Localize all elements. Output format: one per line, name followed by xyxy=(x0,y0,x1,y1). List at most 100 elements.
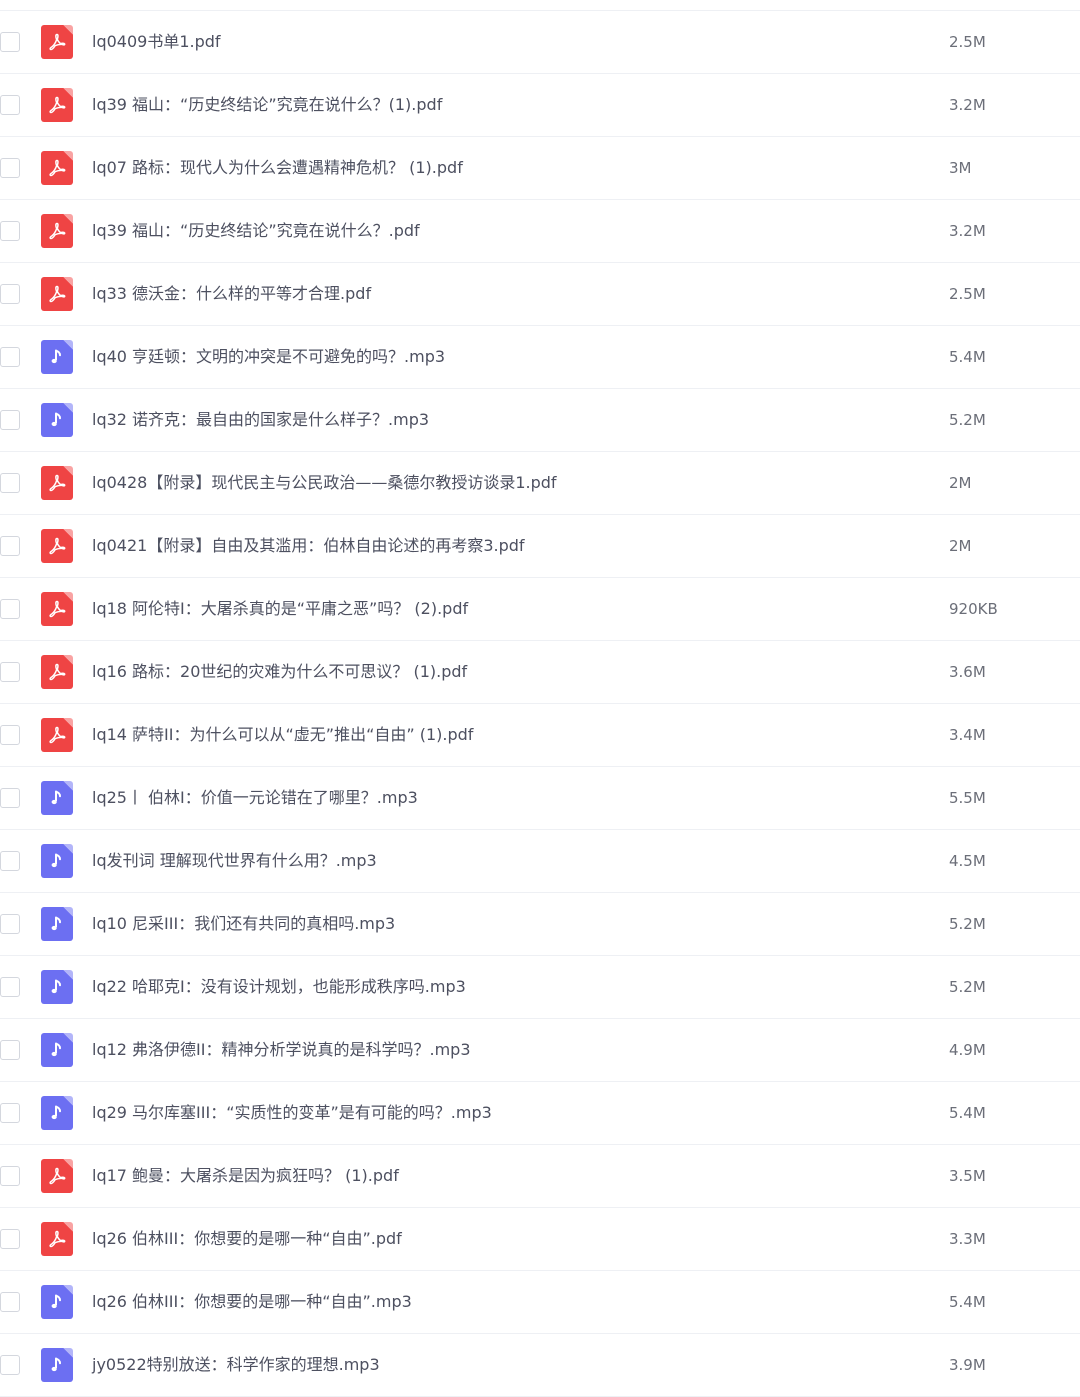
row-checkbox[interactable] xyxy=(0,221,20,241)
pdf-icon xyxy=(41,655,73,689)
file-row[interactable]: lq26 伯林III：你想要的是哪一种“自由”.pdf 3.3M xyxy=(0,1208,1080,1271)
pdf-icon xyxy=(41,25,73,59)
file-row[interactable]: lq12 弗洛伊德II：精神分析学说真的是科学吗？.mp3 4.9M xyxy=(0,1019,1080,1082)
file-name[interactable]: lq0428【附录】现代民主与公民政治——桑德尔教授访谈录1.pdf xyxy=(92,472,557,494)
file-row[interactable]: lq17 鲍曼：大屠杀是因为疯狂吗？ (1).pdf 3.5M xyxy=(0,1145,1080,1208)
file-name[interactable]: lq26 伯林III：你想要的是哪一种“自由”.mp3 xyxy=(92,1291,412,1313)
row-checkbox[interactable] xyxy=(0,1166,20,1186)
row-checkbox[interactable] xyxy=(0,1292,20,1312)
audio-icon xyxy=(41,970,73,1004)
file-name[interactable]: lq22 哈耶克I：没有设计规划，也能形成秩序吗.mp3 xyxy=(92,976,466,998)
row-checkbox[interactable] xyxy=(0,599,20,619)
file-row[interactable]: lq14 萨特II：为什么可以从“虚无”推出“自由” (1).pdf 3.4M xyxy=(0,704,1080,767)
file-name[interactable]: lq40 亨廷顿：文明的冲突是不可避免的吗？.mp3 xyxy=(92,346,445,368)
pdf-icon xyxy=(41,151,73,185)
file-name[interactable]: lq12 弗洛伊德II：精神分析学说真的是科学吗？.mp3 xyxy=(92,1039,471,1061)
row-checkbox[interactable] xyxy=(0,1103,20,1123)
file-row[interactable]: lq39 福山：“历史终结论”究竟在说什么？(1).pdf 3.2M xyxy=(0,74,1080,137)
audio-icon xyxy=(41,1096,73,1130)
file-name[interactable]: lq18 阿伦特I：大屠杀真的是“平庸之恶”吗？ (2).pdf xyxy=(92,598,468,620)
file-row[interactable]: lq26 伯林III：你想要的是哪一种“自由”.mp3 5.4M xyxy=(0,1271,1080,1334)
file-name[interactable]: lq25丨 伯林I：价值一元论错在了哪里？.mp3 xyxy=(92,787,418,809)
file-name[interactable]: lq10 尼采III：我们还有共同的真相吗.mp3 xyxy=(92,913,395,935)
file-row[interactable]: lq33 德沃金：什么样的平等才合理.pdf 2.5M xyxy=(0,263,1080,326)
file-name[interactable]: lq0409书单1.pdf xyxy=(92,31,221,53)
row-checkbox[interactable] xyxy=(0,158,20,178)
row-checkbox[interactable] xyxy=(0,788,20,808)
row-checkbox[interactable] xyxy=(0,536,20,556)
audio-icon xyxy=(41,1348,73,1382)
pdf-icon xyxy=(41,718,73,752)
file-name[interactable]: lq26 伯林III：你想要的是哪一种“自由”.pdf xyxy=(92,1228,402,1250)
file-row[interactable]: lq32 诺齐克：最自由的国家是什么样子？.mp3 5.2M xyxy=(0,389,1080,452)
file-size: 5.2M xyxy=(949,978,986,996)
row-checkbox[interactable] xyxy=(0,1040,20,1060)
file-name[interactable]: lq0421【附录】自由及其滥用：伯林自由论述的再考察3.pdf xyxy=(92,535,525,557)
file-row[interactable]: lq40 亨廷顿：文明的冲突是不可避免的吗？.mp3 5.4M xyxy=(0,326,1080,389)
file-size: 3M xyxy=(949,159,972,177)
file-row[interactable]: lq0421【附录】自由及其滥用：伯林自由论述的再考察3.pdf 2M xyxy=(0,515,1080,578)
file-row[interactable]: lq25丨 伯林I：价值一元论错在了哪里？.mp3 5.5M xyxy=(0,767,1080,830)
file-row[interactable]: lq16 路标：20世纪的灾难为什么不可思议？ (1).pdf 3.6M xyxy=(0,641,1080,704)
file-size: 3.9M xyxy=(949,1356,986,1374)
file-size: 5.4M xyxy=(949,1293,986,1311)
file-name[interactable]: jy0522特别放送：科学作家的理想.mp3 xyxy=(92,1354,380,1376)
pdf-icon xyxy=(41,466,73,500)
file-row[interactable]: lq22 哈耶克I：没有设计规划，也能形成秩序吗.mp3 5.2M xyxy=(0,956,1080,1019)
file-size: 2.5M xyxy=(949,285,986,303)
file-size: 2.5M xyxy=(949,33,986,51)
row-checkbox[interactable] xyxy=(0,914,20,934)
pdf-icon xyxy=(41,529,73,563)
row-checkbox[interactable] xyxy=(0,284,20,304)
file-row[interactable]: lq07 路标：现代人为什么会遭遇精神危机？ (1).pdf 3M xyxy=(0,137,1080,200)
file-size: 5.4M xyxy=(949,348,986,366)
row-checkbox[interactable] xyxy=(0,662,20,682)
file-size: 5.4M xyxy=(949,1104,986,1122)
file-name[interactable]: lq16 路标：20世纪的灾难为什么不可思议？ (1).pdf xyxy=(92,661,467,683)
row-checkbox[interactable] xyxy=(0,725,20,745)
row-checkbox[interactable] xyxy=(0,32,20,52)
pdf-icon xyxy=(41,1159,73,1193)
file-row[interactable]: lq10 尼采III：我们还有共同的真相吗.mp3 5.2M xyxy=(0,893,1080,956)
audio-icon xyxy=(41,844,73,878)
file-row[interactable]: lq29 马尔库塞III：“实质性的变革”是有可能的吗？.mp3 5.4M xyxy=(0,1082,1080,1145)
file-size: 5.2M xyxy=(949,915,986,933)
pdf-icon xyxy=(41,214,73,248)
audio-icon xyxy=(41,340,73,374)
file-size: 4.5M xyxy=(949,852,986,870)
row-checkbox[interactable] xyxy=(0,95,20,115)
file-size: 3.2M xyxy=(949,96,986,114)
file-name[interactable]: lq39 福山：“历史终结论”究竟在说什么？(1).pdf xyxy=(92,94,442,116)
file-name[interactable]: lq17 鲍曼：大屠杀是因为疯狂吗？ (1).pdf xyxy=(92,1165,399,1187)
row-checkbox[interactable] xyxy=(0,977,20,997)
audio-icon xyxy=(41,1285,73,1319)
file-row[interactable]: lq39 福山：“历史终结论”究竟在说什么？.pdf 3.2M xyxy=(0,200,1080,263)
file-size: 2M xyxy=(949,537,972,555)
row-checkbox[interactable] xyxy=(0,410,20,430)
file-row[interactable]: jy0522特别放送：科学作家的理想.mp3 3.9M xyxy=(0,1334,1080,1397)
row-checkbox[interactable] xyxy=(0,1355,20,1375)
file-name[interactable]: lq32 诺齐克：最自由的国家是什么样子？.mp3 xyxy=(92,409,429,431)
file-name[interactable]: lq14 萨特II：为什么可以从“虚无”推出“自由” (1).pdf xyxy=(92,724,473,746)
file-size: 3.5M xyxy=(949,1167,986,1185)
row-checkbox[interactable] xyxy=(0,347,20,367)
row-checkbox[interactable] xyxy=(0,851,20,871)
file-row[interactable]: lq0409书单1.pdf 2.5M xyxy=(0,11,1080,74)
pdf-icon xyxy=(41,592,73,626)
file-name[interactable]: lq29 马尔库塞III：“实质性的变革”是有可能的吗？.mp3 xyxy=(92,1102,492,1124)
file-row[interactable]: lq18 阿伦特I：大屠杀真的是“平庸之恶”吗？ (2).pdf 920KB xyxy=(0,578,1080,641)
audio-icon xyxy=(41,403,73,437)
file-name[interactable]: lq33 德沃金：什么样的平等才合理.pdf xyxy=(92,283,371,305)
pdf-icon xyxy=(41,277,73,311)
file-size: 3.3M xyxy=(949,1230,986,1248)
file-size: 3.2M xyxy=(949,222,986,240)
file-size: 5.5M xyxy=(949,789,986,807)
file-row[interactable]: lq发刊词 理解现代世界有什么用？.mp3 4.5M xyxy=(0,830,1080,893)
file-name[interactable]: lq39 福山：“历史终结论”究竟在说什么？.pdf xyxy=(92,220,420,242)
audio-icon xyxy=(41,1033,73,1067)
file-name[interactable]: lq07 路标：现代人为什么会遭遇精神危机？ (1).pdf xyxy=(92,157,463,179)
row-checkbox[interactable] xyxy=(0,473,20,493)
row-checkbox[interactable] xyxy=(0,1229,20,1249)
file-row[interactable]: lq0428【附录】现代民主与公民政治——桑德尔教授访谈录1.pdf 2M xyxy=(0,452,1080,515)
file-name[interactable]: lq发刊词 理解现代世界有什么用？.mp3 xyxy=(92,850,377,872)
